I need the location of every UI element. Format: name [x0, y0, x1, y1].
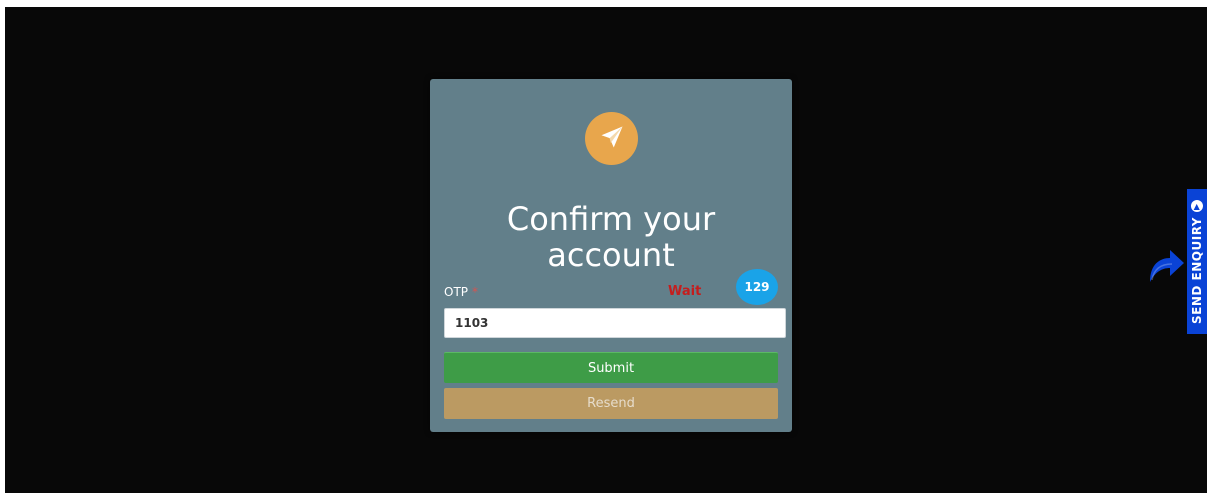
logo-badge	[585, 112, 638, 165]
submit-button[interactable]: Submit	[444, 352, 778, 383]
send-enquiry-text: SEND ENQUIRY	[1190, 216, 1205, 324]
wait-text: Wait	[668, 284, 702, 299]
paper-plane-icon	[598, 123, 626, 155]
modal-title-text: Confirm your account	[506, 200, 716, 274]
otp-label: OTP *	[444, 285, 478, 299]
send-enquiry-tab[interactable]: SEND ENQUIRY ▲	[1187, 189, 1207, 334]
send-enquiry-label: SEND ENQUIRY ▲	[1190, 199, 1205, 324]
required-asterisk: *	[472, 285, 479, 299]
otp-input[interactable]	[444, 308, 786, 338]
otp-label-text: OTP	[444, 285, 469, 299]
resend-button[interactable]: Resend	[444, 388, 778, 419]
otp-modal: Confirm your account OTP* Wait 129 Submi…	[430, 79, 792, 432]
countdown-timer-badge: 129	[736, 269, 778, 305]
share-arrow-icon[interactable]	[1146, 244, 1186, 286]
modal-title: Confirm your account	[430, 201, 792, 273]
chevron-up-icon: ▲	[1191, 199, 1204, 212]
